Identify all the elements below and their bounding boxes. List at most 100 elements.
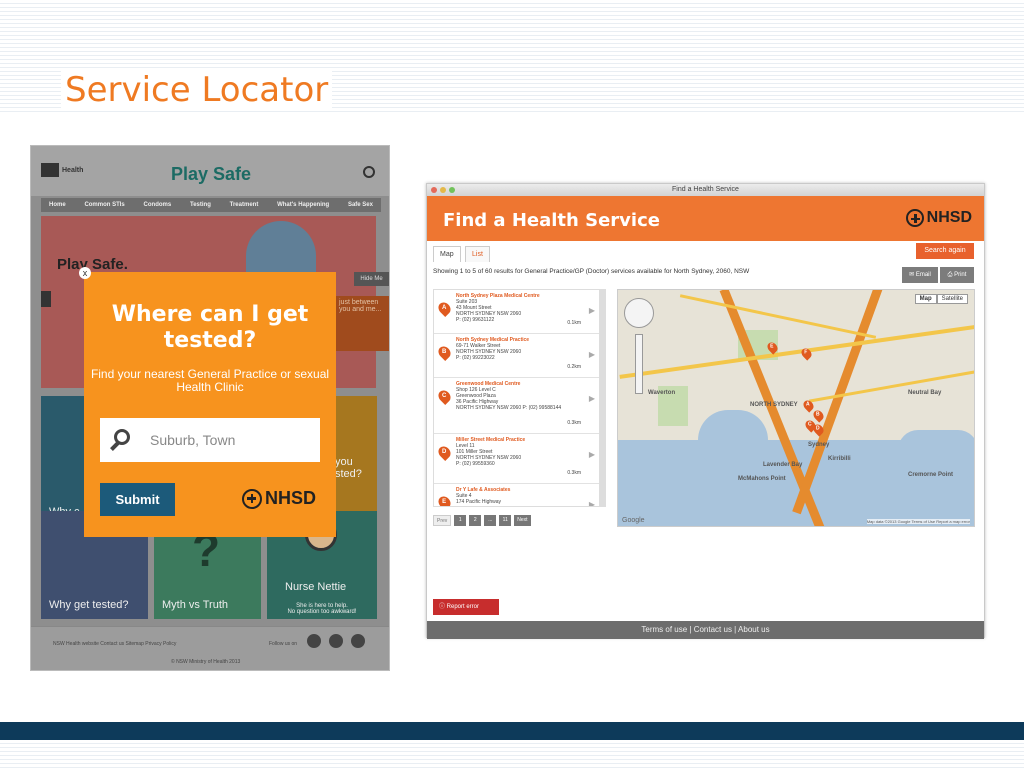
- map-pan-control[interactable]: [624, 298, 654, 328]
- page-button[interactable]: 2: [469, 515, 482, 526]
- finder-title: Find a Health Service: [443, 210, 660, 231]
- nhsd-logo: NHSD: [905, 209, 972, 227]
- playsafe-nav: Home Common STIs Condoms Testing Treatme…: [41, 198, 381, 212]
- copyright: © NSW Ministry of Health 2013: [171, 659, 241, 665]
- slide-footer-bar: [0, 722, 1024, 740]
- list-item[interactable]: E Dr Y Lafe & Associates Suite 4 174 Pac…: [434, 484, 605, 507]
- nav-item-testing[interactable]: Testing: [190, 202, 211, 208]
- nav-item-common-stis[interactable]: Common STIs: [84, 202, 124, 208]
- hero-title: Play Safe.: [57, 256, 128, 273]
- map-label: Cremorne Point: [908, 472, 954, 478]
- map-label: Kirribilli: [828, 456, 851, 462]
- map-label: Lavender Bay: [763, 462, 803, 468]
- search-icon: [110, 429, 132, 451]
- zoom-window-icon[interactable]: [449, 187, 455, 193]
- nav-item-whats-happening[interactable]: What's Happening: [277, 202, 329, 208]
- map-pin-icon: E: [436, 494, 453, 506]
- youtube-icon[interactable]: [329, 634, 343, 648]
- tile-label: Why get tested?: [49, 599, 129, 611]
- nav-item-treatment[interactable]: Treatment: [230, 202, 259, 208]
- list-item[interactable]: D Miller Street Medical Practice Level 1…: [434, 434, 605, 484]
- map-pin-icon: A: [436, 300, 453, 317]
- minimize-window-icon[interactable]: [440, 187, 446, 193]
- hide-me-button[interactable]: Hide Me: [354, 272, 389, 286]
- list-item[interactable]: C Greenwood Medical Centre Shop 126 Leve…: [434, 378, 605, 434]
- email-button[interactable]: ✉ Email: [902, 267, 938, 283]
- tile-label: you sted?: [335, 456, 362, 480]
- chevron-right-icon: ▶: [588, 500, 595, 507]
- map-pin-icon: C: [436, 388, 453, 405]
- popup-close-button[interactable]: x: [79, 267, 91, 279]
- road: [619, 325, 974, 379]
- map-type-map[interactable]: Map: [914, 294, 937, 304]
- map-label: Sydney: [808, 442, 830, 448]
- suburb-search-input[interactable]: Suburb, Town: [100, 418, 320, 462]
- find-health-service-window: Find a Health Service Find a Health Serv…: [426, 183, 985, 639]
- pagination: Prev 1 2 ... 11 Next: [433, 515, 534, 526]
- chevron-right-icon: ▶: [588, 350, 595, 359]
- tab-list[interactable]: List: [465, 246, 490, 262]
- map-label: Waverton: [648, 390, 676, 396]
- nav-item-condoms[interactable]: Condoms: [144, 202, 172, 208]
- list-item[interactable]: A North Sydney Plaza Medical Centre Suit…: [434, 290, 605, 334]
- popup-heading: Where can I get tested?: [111, 302, 309, 353]
- map-label: NORTH SYDNEY: [750, 402, 798, 408]
- nsw-logo-icon: [41, 163, 59, 177]
- hero-side-note: just between you and me...: [336, 296, 389, 351]
- bay-water: [698, 410, 768, 470]
- playsafe-brand: Play Safe: [171, 164, 252, 184]
- nhsd-logo: NHSD: [242, 488, 316, 509]
- results-summary: Showing 1 to 5 of 60 results for General…: [433, 268, 750, 275]
- nhsd-plus-icon: [905, 209, 924, 227]
- slide-title: Service Locator: [61, 70, 333, 110]
- follow-label: Follow us on: [269, 641, 298, 647]
- nav-item-safe-sex[interactable]: Safe Sex: [348, 202, 373, 208]
- popup-subtext: Find your nearest General Practice or se…: [90, 367, 330, 394]
- email-icon: ✉: [909, 272, 916, 278]
- map-attribution[interactable]: Map data ©2013 Google Terms of Use Repor…: [866, 519, 970, 524]
- footer-links[interactable]: NSW Health website Contact us Sitemap Pr…: [53, 641, 176, 647]
- map-label: Neutral Bay: [908, 390, 942, 396]
- results-scrollbar[interactable]: [599, 289, 605, 507]
- list-item[interactable]: B North Sydney Medical Practice 69-71 Wa…: [434, 334, 605, 378]
- get-tested-popup: Where can I get tested? Find your neares…: [84, 272, 336, 537]
- alert-icon: ⓘ: [439, 604, 447, 610]
- tile-label: Nurse Nettie: [285, 581, 347, 593]
- tile-sub: She is here to help. No question too awk…: [287, 603, 357, 615]
- carousel-prev-button[interactable]: [41, 291, 51, 307]
- search-icon[interactable]: [363, 166, 375, 178]
- footer-stripes: [0, 740, 1024, 768]
- page-prev-button[interactable]: Prev: [433, 515, 452, 526]
- page-ellipsis: ...: [484, 515, 497, 526]
- chevron-right-icon: ▶: [588, 394, 595, 403]
- google-logo: Google: [622, 517, 645, 524]
- page-next-button[interactable]: Next: [514, 515, 531, 526]
- close-window-icon[interactable]: [431, 187, 437, 193]
- search-again-button[interactable]: Search again: [916, 243, 974, 259]
- finder-footer-links[interactable]: Terms of use | Contact us | About us: [427, 621, 984, 639]
- map-pin-icon: D: [436, 444, 453, 461]
- nav-item-home[interactable]: Home: [49, 202, 66, 208]
- tile-label: Myth vs Truth: [162, 599, 229, 611]
- map-label: McMahons Point: [738, 476, 786, 482]
- facebook-icon[interactable]: [307, 634, 321, 648]
- road: [679, 294, 877, 339]
- chevron-right-icon: ▶: [588, 306, 595, 315]
- report-error-button[interactable]: ⓘ Report error: [433, 599, 499, 615]
- results-map[interactable]: Map Satellite NORTH SYDNEY Waverton Sydn…: [617, 289, 975, 527]
- finder-header: Find a Health Service NHSD: [427, 196, 984, 241]
- map-zoom-control[interactable]: [635, 334, 643, 394]
- tab-map[interactable]: Map: [433, 246, 461, 262]
- map-pin-icon: B: [436, 344, 453, 361]
- page-button[interactable]: 1: [454, 515, 467, 526]
- nsw-health-logo: Health: [41, 163, 83, 177]
- page-button[interactable]: 11: [499, 515, 512, 526]
- print-button[interactable]: ⎙ Print: [940, 267, 974, 283]
- map-type-switch: Map Satellite: [914, 294, 968, 304]
- nhsd-plus-icon: [242, 488, 262, 509]
- chevron-right-icon: ▶: [588, 450, 595, 459]
- road: [809, 370, 974, 403]
- submit-button[interactable]: Submit: [100, 483, 175, 516]
- map-type-satellite[interactable]: Satellite: [936, 294, 968, 304]
- twitter-icon[interactable]: [351, 634, 365, 648]
